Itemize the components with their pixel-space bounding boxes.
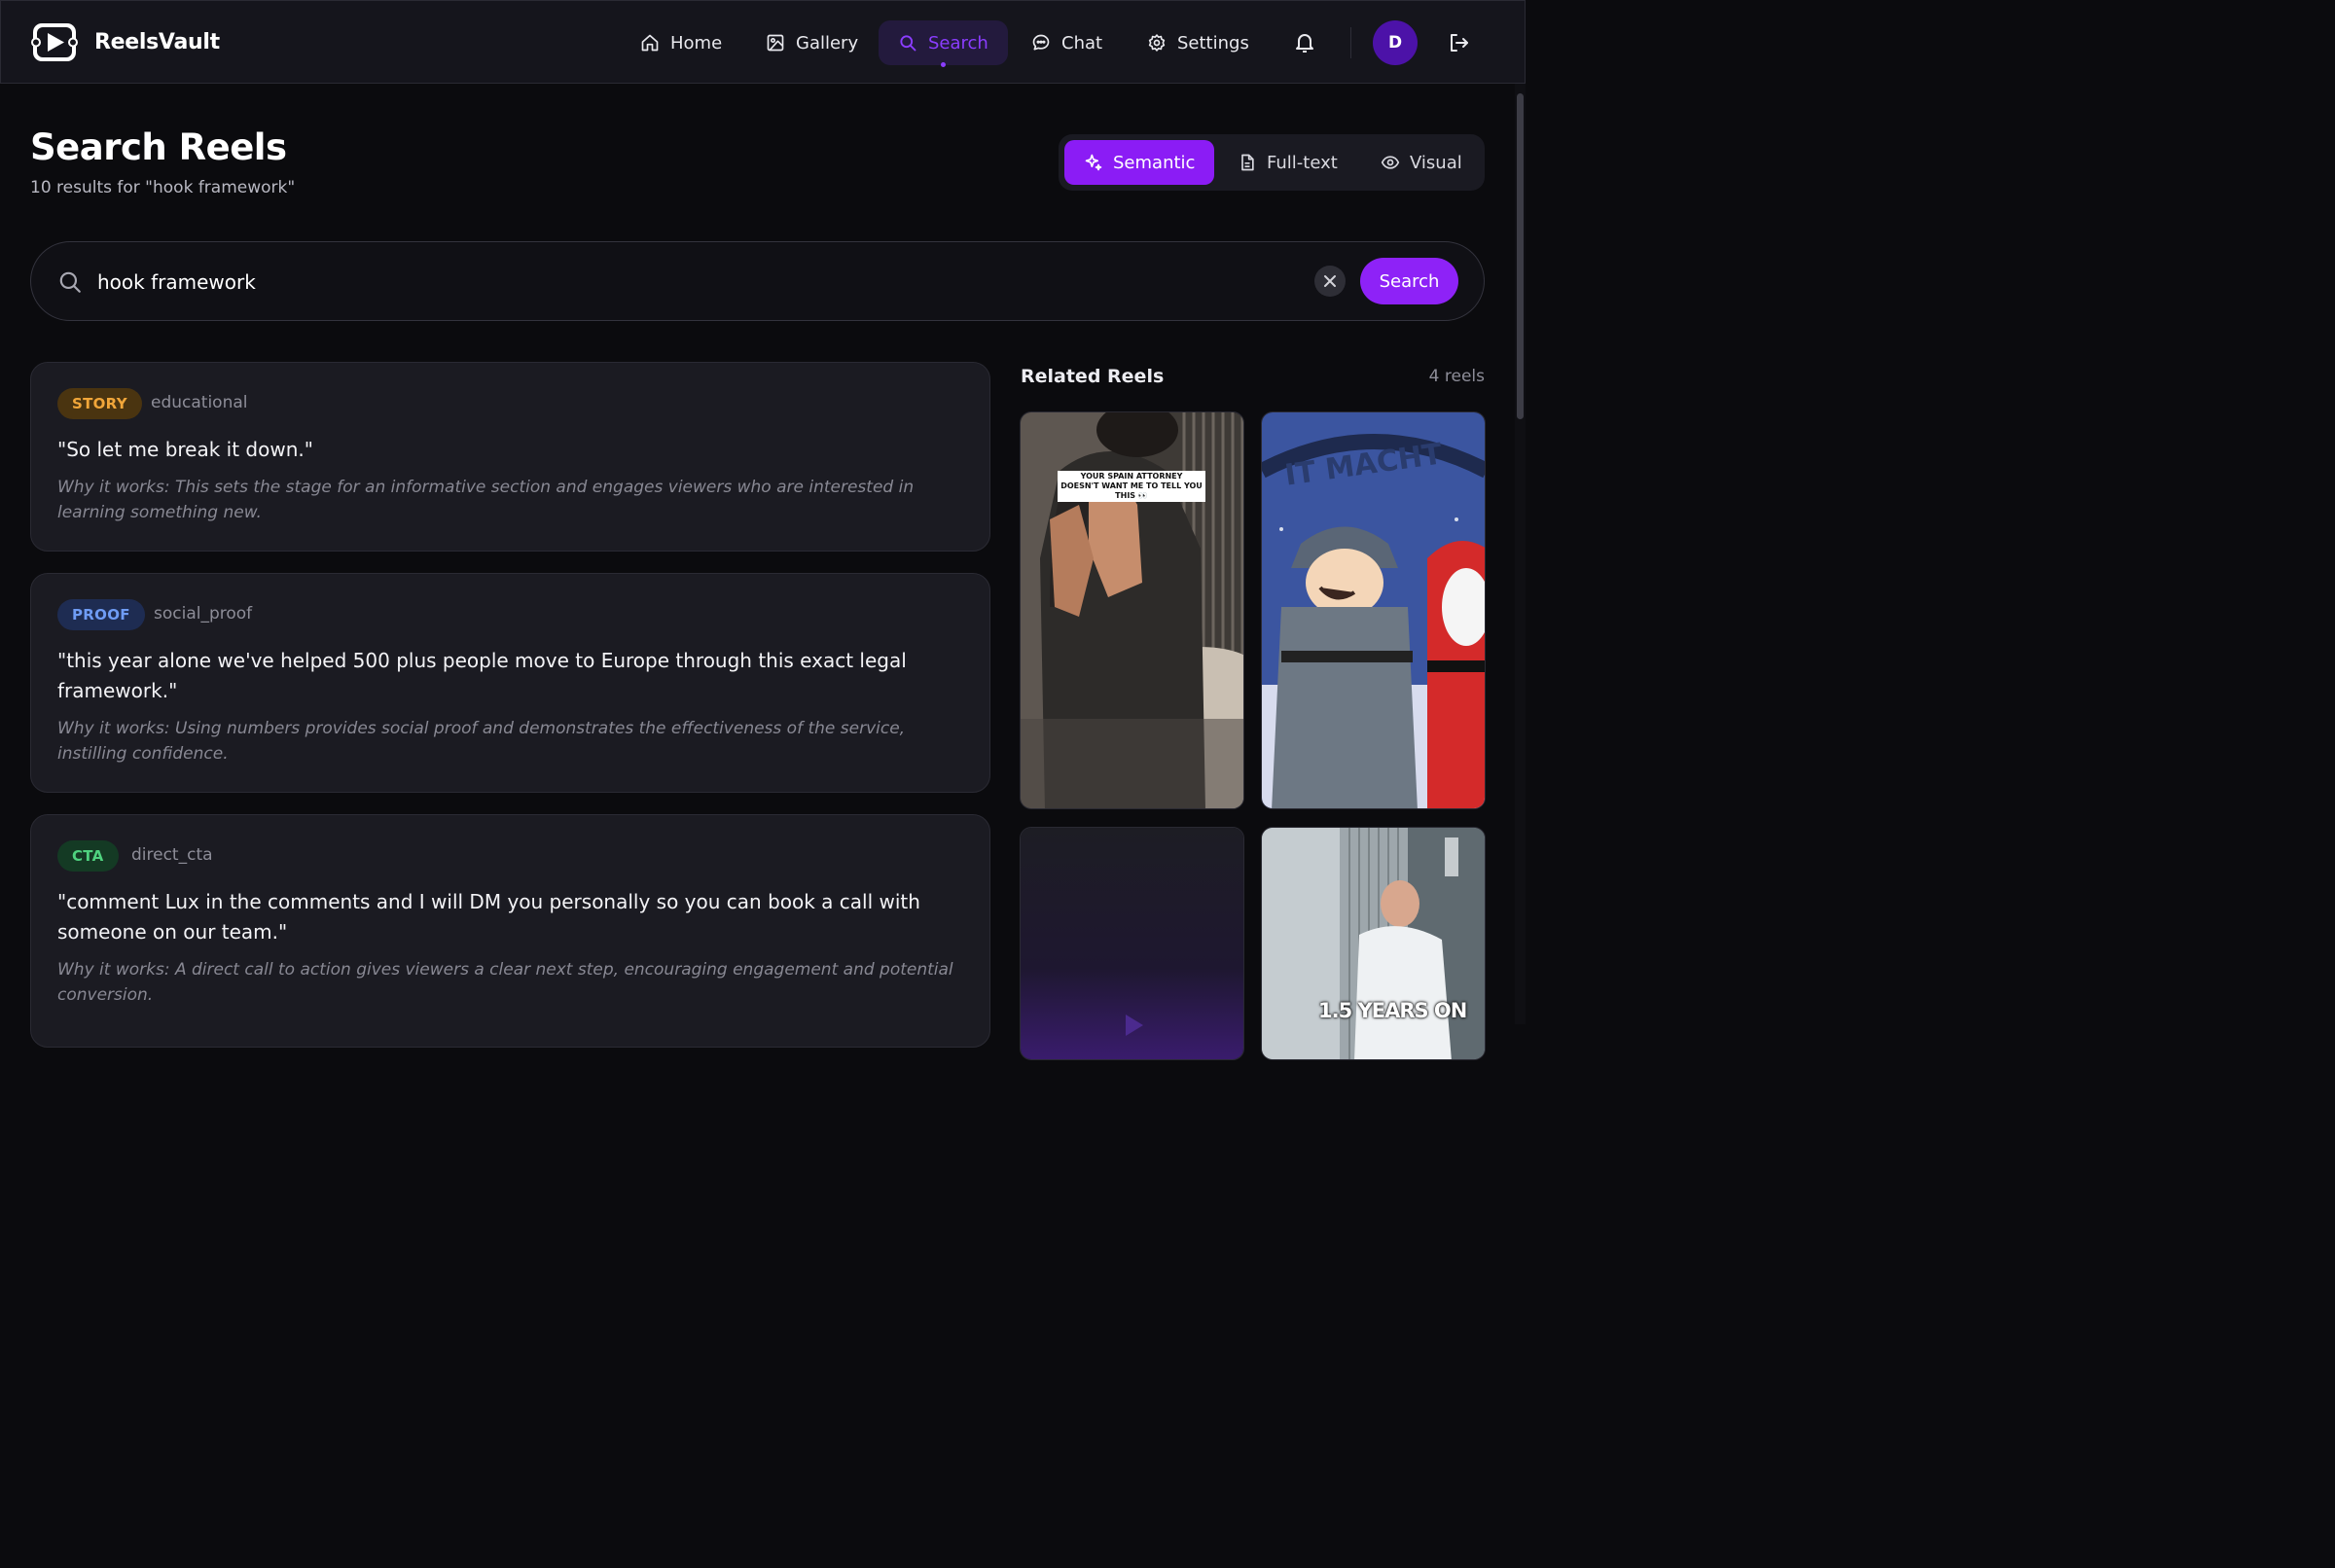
search-submit-button[interactable]: Search (1360, 258, 1458, 304)
category-label: social_proof (154, 604, 253, 624)
why-it-works: Why it works: A direct call to action gi… (57, 960, 953, 1005)
nav-home[interactable]: Home (621, 20, 741, 65)
reel-thumbnail[interactable] (1020, 827, 1244, 1060)
mode-fulltext-button[interactable]: Full-text (1218, 140, 1357, 185)
nav-settings-label: Settings (1177, 32, 1249, 53)
page-title: Search Reels (30, 126, 287, 168)
reel-thumbnail-image (1021, 828, 1243, 1059)
close-icon (1324, 275, 1336, 287)
reel-thumbnail[interactable]: YOUR SPAIN ATTORNEY DOESN'T WANT ME TO T… (1020, 411, 1244, 809)
nav-settings[interactable]: Settings (1128, 20, 1269, 65)
active-indicator-dot (941, 62, 947, 67)
document-icon (1241, 154, 1254, 171)
nav-search[interactable]: Search (879, 20, 1008, 67)
logout-icon[interactable] (1447, 31, 1470, 54)
nav-chat[interactable]: Chat (1012, 20, 1122, 65)
sparkle-icon (1085, 154, 1102, 171)
result-card[interactable]: CTA direct_cta "comment Lux in the comme… (30, 814, 990, 1048)
nav-search-label: Search (928, 32, 988, 53)
reel-thumbnail[interactable]: 1.5 YEARS ON (1261, 827, 1486, 1060)
mode-semantic-button[interactable]: Semantic (1064, 140, 1215, 185)
result-card[interactable]: STORY educational "So let me break it do… (30, 362, 990, 552)
search-icon (900, 35, 916, 52)
reelsvault-logo-icon[interactable] (31, 21, 78, 63)
search-bar: Search (30, 241, 1485, 321)
nav-gallery-label: Gallery (796, 32, 859, 53)
related-reels-title: Related Reels (1021, 366, 1165, 387)
navbar-divider (1350, 27, 1351, 58)
nav-gallery[interactable]: Gallery (746, 20, 878, 65)
nav-home-label: Home (670, 32, 723, 53)
result-card[interactable]: PROOF social_proof "this year alone we'v… (30, 573, 990, 793)
image-icon (767, 34, 784, 52)
mode-visual-label: Visual (1410, 152, 1462, 173)
app-name: ReelsVault (94, 30, 220, 54)
home-icon (641, 34, 659, 52)
nav-chat-label: Chat (1061, 32, 1103, 53)
clear-search-button[interactable] (1314, 266, 1346, 297)
category-label: educational (151, 393, 248, 412)
hook-quote: "comment Lux in the comments and I will … (57, 890, 920, 944)
search-icon (59, 271, 81, 293)
search-mode-toggle: Semantic Full-text Visual (1059, 134, 1485, 191)
hook-quote: "So let me break it down." (57, 438, 313, 461)
category-label: direct_cta (131, 845, 213, 865)
mode-fulltext-label: Full-text (1267, 152, 1338, 173)
reel-thumbnail-image: IT MACHT (1262, 412, 1485, 808)
user-avatar[interactable]: D (1373, 20, 1418, 65)
eye-icon (1381, 156, 1400, 169)
related-reels-count: 4 reels (1428, 367, 1485, 386)
bell-icon[interactable] (1293, 31, 1316, 54)
top-navbar: ReelsVault Home Gallery Search Chat Sett… (0, 0, 1526, 84)
reel-caption-overlay: 1.5 YEARS ON (1318, 999, 1467, 1022)
reel-thumbnail[interactable]: IT MACHT (1261, 411, 1486, 809)
tag-badge: STORY (57, 388, 142, 419)
reel-thumbnail-image (1262, 828, 1485, 1059)
mode-visual-button[interactable]: Visual (1361, 140, 1482, 185)
hook-quote: "this year alone we've helped 500 plus p… (57, 649, 907, 702)
chat-bubble-icon (1032, 34, 1050, 51)
mode-semantic-label: Semantic (1113, 152, 1196, 173)
search-input[interactable] (97, 266, 1265, 299)
tag-badge: CTA (57, 840, 119, 872)
tag-badge: PROOF (57, 599, 145, 630)
why-it-works: Why it works: Using numbers provides soc… (57, 719, 906, 764)
results-summary: 10 results for "hook framework" (30, 178, 296, 197)
scrollbar-thumb[interactable] (1517, 93, 1524, 419)
reel-caption-overlay: YOUR SPAIN ATTORNEY DOESN'T WANT ME TO T… (1058, 471, 1205, 502)
why-it-works: Why it works: This sets the stage for an… (57, 478, 915, 522)
gear-icon (1148, 34, 1166, 52)
